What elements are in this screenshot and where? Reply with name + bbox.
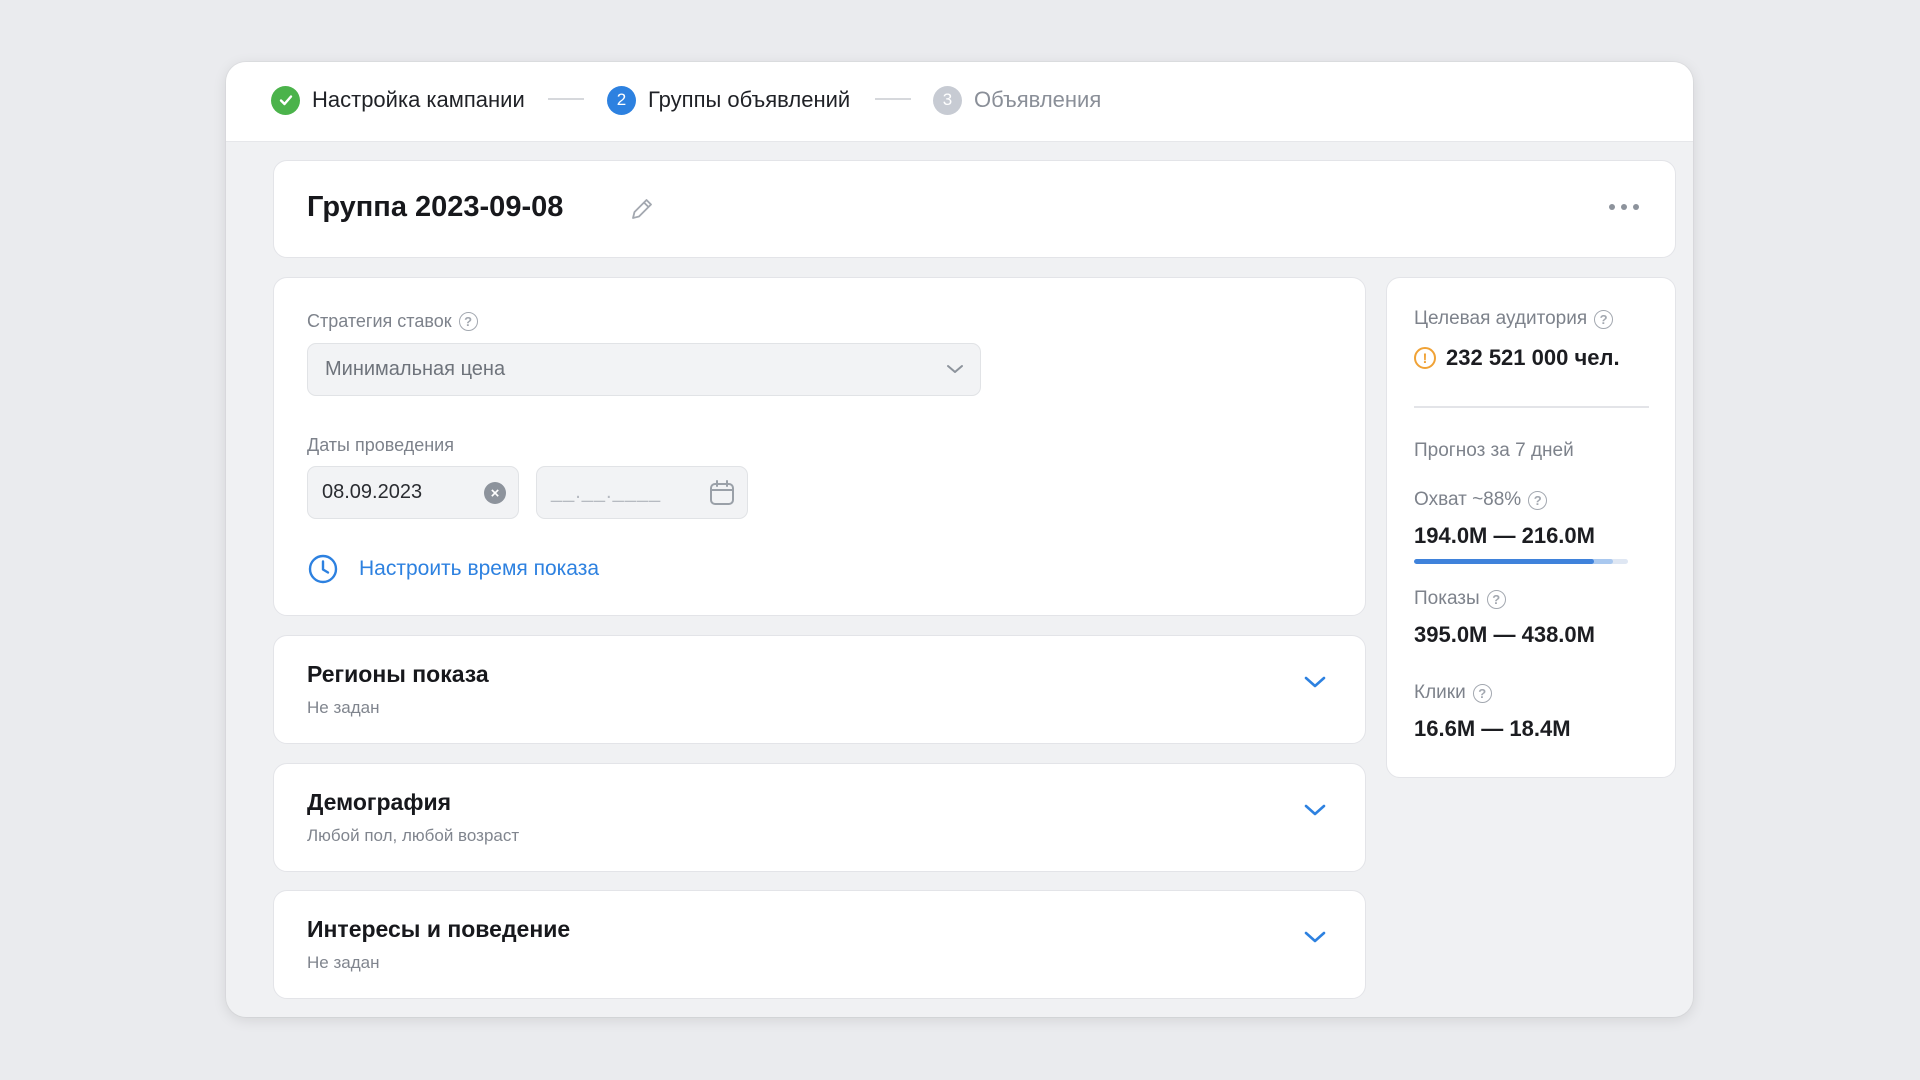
step-label: Объявления [974, 87, 1102, 112]
step-ads[interactable]: 3 Объявления [933, 82, 1101, 118]
settings-card: Стратегия ставок ? Минимальная цена Даты… [273, 277, 1366, 616]
chevron-down-icon [1304, 676, 1326, 688]
audience-size-row: ! 232 521 000 чел. [1414, 345, 1620, 371]
audience-label-row: Целевая аудитория ? [1414, 308, 1614, 330]
reach-value: 194.0M — 216.0M [1414, 523, 1595, 548]
section-subtitle: Не задан [307, 698, 380, 717]
impressions-value: 395.0M — 438.0M [1414, 622, 1595, 647]
reach-progress-bar [1414, 559, 1628, 564]
section-subtitle: Любой пол, любой возраст [307, 826, 520, 845]
help-icon[interactable]: ? [1486, 589, 1506, 609]
more-options-icon[interactable] [1609, 197, 1639, 217]
check-icon [271, 85, 300, 115]
help-icon[interactable]: ? [1472, 683, 1492, 703]
section-subtitle: Не задан [307, 953, 380, 972]
pencil-icon[interactable] [627, 194, 657, 224]
end-date-field[interactable]: __.__.____ [536, 466, 748, 519]
start-date-value: 08.09.2023 [322, 481, 423, 503]
reach-label-row: Охват ~88% ? [1414, 489, 1548, 511]
divider [1414, 406, 1649, 408]
clicks-value: 16.6M — 18.4M [1414, 716, 1571, 741]
campaign-stepper: Настройка кампании 2 Группы объявлений 3… [226, 62, 1693, 142]
strategy-select[interactable]: Минимальная цена [307, 343, 981, 396]
start-date-field[interactable]: 08.09.2023 × [307, 466, 519, 519]
help-icon[interactable]: ? [1528, 490, 1548, 510]
strategy-label-row: Стратегия ставок ? [307, 311, 478, 332]
demography-section[interactable]: Демография Любой пол, любой возраст [273, 763, 1366, 872]
audience-forecast-panel: Целевая аудитория ? ! 232 521 000 чел. П… [1386, 277, 1676, 778]
impressions-label-row: Показы ? [1414, 588, 1506, 610]
campaign-editor-window: Настройка кампании 2 Группы объявлений 3… [226, 62, 1693, 1017]
reach-label: Охват ~88% [1414, 489, 1522, 510]
clear-icon[interactable]: × [484, 482, 506, 504]
step-number: 3 [933, 85, 962, 115]
step-separator [875, 98, 911, 100]
regions-section[interactable]: Регионы показа Не задан [273, 635, 1366, 744]
clicks-label: Клики [1414, 682, 1466, 703]
step-label: Группы объявлений [648, 87, 851, 112]
step-separator [548, 98, 584, 100]
chevron-down-icon [947, 365, 963, 373]
section-title: Интересы и поведение [307, 916, 571, 942]
audience-size: 232 521 000 чел. [1446, 345, 1620, 370]
warning-icon: ! [1414, 347, 1436, 369]
strategy-value: Минимальная цена [325, 358, 506, 380]
end-date-placeholder: __.__.____ [551, 481, 662, 503]
impressions-label: Показы [1414, 588, 1480, 609]
step-campaign-settings[interactable]: Настройка кампании [271, 82, 525, 118]
chevron-down-icon [1304, 931, 1326, 943]
reach-progress-fill [1414, 559, 1594, 564]
forecast-label: Прогноз за 7 дней [1414, 440, 1574, 461]
calendar-icon[interactable] [709, 479, 735, 507]
configure-time-link[interactable]: Настроить время показа [307, 553, 599, 585]
section-title: Демография [307, 789, 452, 815]
dates-label: Даты проведения [307, 435, 454, 455]
strategy-label: Стратегия ставок [307, 311, 452, 331]
clicks-label-row: Клики ? [1414, 682, 1492, 704]
configure-time-label: Настроить время показа [359, 557, 600, 580]
dates-label-row: Даты проведения [307, 435, 454, 456]
help-icon[interactable]: ? [458, 312, 478, 331]
step-label: Настройка кампании [312, 87, 525, 112]
chevron-down-icon [1304, 804, 1326, 816]
step-ad-groups[interactable]: 2 Группы объявлений [607, 82, 850, 118]
step-number: 2 [607, 85, 636, 115]
group-title-card: Группа 2023-09-08 [273, 160, 1676, 258]
section-title: Регионы показа [307, 661, 489, 687]
audience-label: Целевая аудитория [1414, 308, 1588, 329]
group-title: Группа 2023-09-08 [307, 191, 564, 223]
clock-icon [308, 554, 338, 584]
help-icon[interactable]: ? [1594, 309, 1614, 329]
interests-section[interactable]: Интересы и поведение Не задан [273, 890, 1366, 999]
